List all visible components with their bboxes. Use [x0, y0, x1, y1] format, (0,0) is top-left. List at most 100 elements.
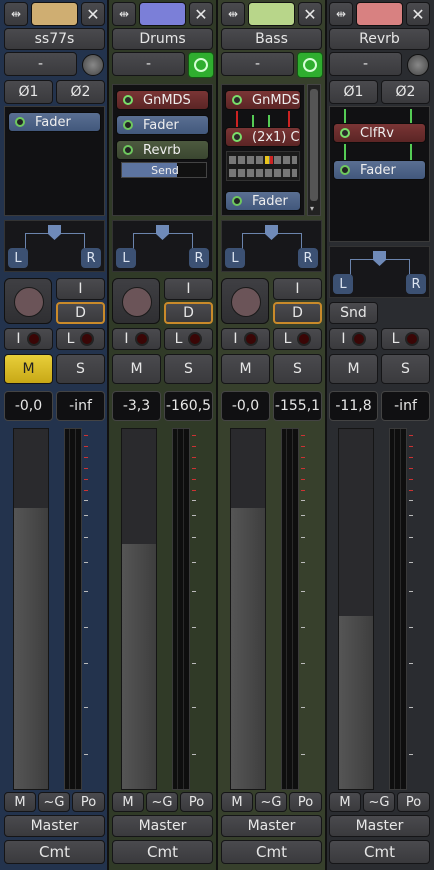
output-button[interactable]: Master	[4, 815, 105, 837]
output-button[interactable]: Master	[221, 815, 322, 837]
processor-box[interactable]: Fader	[4, 106, 105, 216]
panner[interactable]: L R	[4, 220, 105, 272]
plugin-2x1-cr[interactable]: (2x1) Cr	[225, 127, 301, 147]
midi-input-icon[interactable]	[188, 52, 214, 78]
track-color-button[interactable]	[31, 2, 78, 26]
input-button[interactable]: -	[221, 52, 294, 76]
plugin-fader[interactable]: Fader	[8, 112, 101, 132]
solo-lock-button[interactable]: L	[56, 328, 105, 350]
solo-button[interactable]: S	[164, 354, 213, 384]
output-button[interactable]: Master	[112, 815, 213, 837]
monitor-g-button[interactable]: ~G	[255, 792, 287, 812]
close-strip-button[interactable]: ✕	[406, 2, 430, 26]
width-toggle-button[interactable]: ⇹	[329, 2, 353, 26]
track-name-button[interactable]: ss77s	[4, 28, 105, 50]
isolate-button[interactable]: I	[112, 328, 161, 350]
monitor-m-button[interactable]: M	[112, 792, 144, 812]
processor-box[interactable]: GnMDS Fader Revrb Send	[112, 84, 213, 216]
monitor-m-button[interactable]: M	[329, 792, 361, 812]
input-button[interactable]: -	[329, 52, 402, 76]
peak-display[interactable]: -160,5	[164, 391, 213, 421]
track-name-button[interactable]: Bass	[221, 28, 322, 50]
gain-fader[interactable]	[121, 428, 157, 790]
plugin-active-led[interactable]	[232, 196, 242, 206]
monitor-m-button[interactable]: M	[4, 792, 36, 812]
close-strip-button[interactable]: ✕	[298, 2, 322, 26]
plugin-active-led[interactable]	[340, 165, 350, 175]
monitor-g-button[interactable]: ~G	[146, 792, 178, 812]
comments-button[interactable]: Cmt	[329, 840, 430, 864]
plugin-fader[interactable]: Fader	[333, 160, 426, 180]
processor-box[interactable]: GnMDS (2x1) Cr Fader	[221, 84, 305, 216]
track-color-button[interactable]	[139, 2, 186, 26]
width-toggle-button[interactable]: ⇹	[4, 2, 28, 26]
processor-scrollbar[interactable]: ▾	[307, 84, 321, 216]
close-strip-button[interactable]: ✕	[81, 2, 105, 26]
plugin-active-led[interactable]	[232, 132, 242, 142]
phase-invert-2-button[interactable]: Ø2	[56, 80, 105, 104]
monitor-po-button[interactable]: Po	[180, 792, 213, 812]
comments-button[interactable]: Cmt	[221, 840, 322, 864]
track-color-button[interactable]	[356, 2, 403, 26]
solo-button[interactable]: S	[56, 354, 105, 384]
panner[interactable]: L R	[221, 220, 322, 272]
gain-display[interactable]: -0,0	[4, 391, 53, 421]
phase-invert-1-button[interactable]: Ø1	[4, 80, 53, 104]
track-name-button[interactable]: Revrb	[329, 28, 430, 50]
gain-fader[interactable]	[230, 428, 266, 790]
comments-button[interactable]: Cmt	[112, 840, 213, 864]
monitor-po-button[interactable]: Po	[289, 792, 322, 812]
isolate-button[interactable]: I	[329, 328, 378, 350]
send-mode-button[interactable]: Snd	[329, 302, 378, 324]
input-button[interactable]: -	[112, 52, 185, 76]
plugin-active-led[interactable]	[123, 120, 133, 130]
plugin-active-led[interactable]	[123, 95, 133, 105]
monitor-disk-button[interactable]: D	[56, 302, 105, 324]
mute-button[interactable]: M	[221, 354, 270, 384]
plugin-gnmds[interactable]: GnMDS	[225, 90, 301, 110]
solo-lock-button[interactable]: L	[164, 328, 213, 350]
monitor-input-button[interactable]: I	[273, 278, 322, 300]
gain-display[interactable]: -3,3	[112, 391, 161, 421]
peak-display[interactable]: -inf	[56, 391, 105, 421]
plugin-send-revrb[interactable]: Revrb	[116, 140, 209, 160]
phase-invert-2-button[interactable]: Ø2	[381, 80, 430, 104]
plugin-active-led[interactable]	[232, 95, 242, 105]
monitor-disk-button[interactable]: D	[273, 302, 322, 324]
monitor-input-button[interactable]: I	[164, 278, 213, 300]
midi-input-icon[interactable]	[297, 52, 323, 78]
width-toggle-button[interactable]: ⇹	[221, 2, 245, 26]
track-name-button[interactable]: Drums	[112, 28, 213, 50]
plugin-fader[interactable]: Fader	[225, 191, 301, 211]
gain-fader[interactable]	[338, 428, 374, 790]
trim-knob[interactable]	[82, 54, 104, 76]
comments-button[interactable]: Cmt	[4, 840, 105, 864]
gain-display[interactable]: -0,0	[221, 391, 270, 421]
monitor-m-button[interactable]: M	[221, 792, 253, 812]
monitor-po-button[interactable]: Po	[397, 792, 430, 812]
plugin-active-led[interactable]	[15, 117, 25, 127]
monitor-disk-button[interactable]: D	[164, 302, 213, 324]
mute-button[interactable]: M	[329, 354, 378, 384]
solo-button[interactable]: S	[273, 354, 322, 384]
plugin-fader[interactable]: Fader	[116, 115, 209, 135]
record-enable-button[interactable]	[221, 278, 269, 324]
plugin-gnmds[interactable]: GnMDS	[116, 90, 209, 110]
solo-lock-button[interactable]: L	[273, 328, 322, 350]
processor-box[interactable]: ClfRv Fader	[329, 106, 430, 242]
gain-display[interactable]: -11,8	[329, 391, 378, 421]
monitor-g-button[interactable]: ~G	[363, 792, 395, 812]
gain-fader[interactable]	[13, 428, 49, 790]
plugin-active-led[interactable]	[123, 145, 133, 155]
mute-button[interactable]: M	[4, 354, 53, 384]
monitor-g-button[interactable]: ~G	[38, 792, 70, 812]
width-toggle-button[interactable]: ⇹	[112, 2, 136, 26]
send-level-slider[interactable]: Send	[121, 162, 207, 178]
phase-invert-1-button[interactable]: Ø1	[329, 80, 378, 104]
plugin-clfrv[interactable]: ClfRv	[333, 123, 426, 143]
record-enable-button[interactable]	[112, 278, 160, 324]
isolate-button[interactable]: I	[221, 328, 270, 350]
mute-button[interactable]: M	[112, 354, 161, 384]
panner[interactable]: L R	[329, 246, 430, 298]
solo-button[interactable]: S	[381, 354, 430, 384]
